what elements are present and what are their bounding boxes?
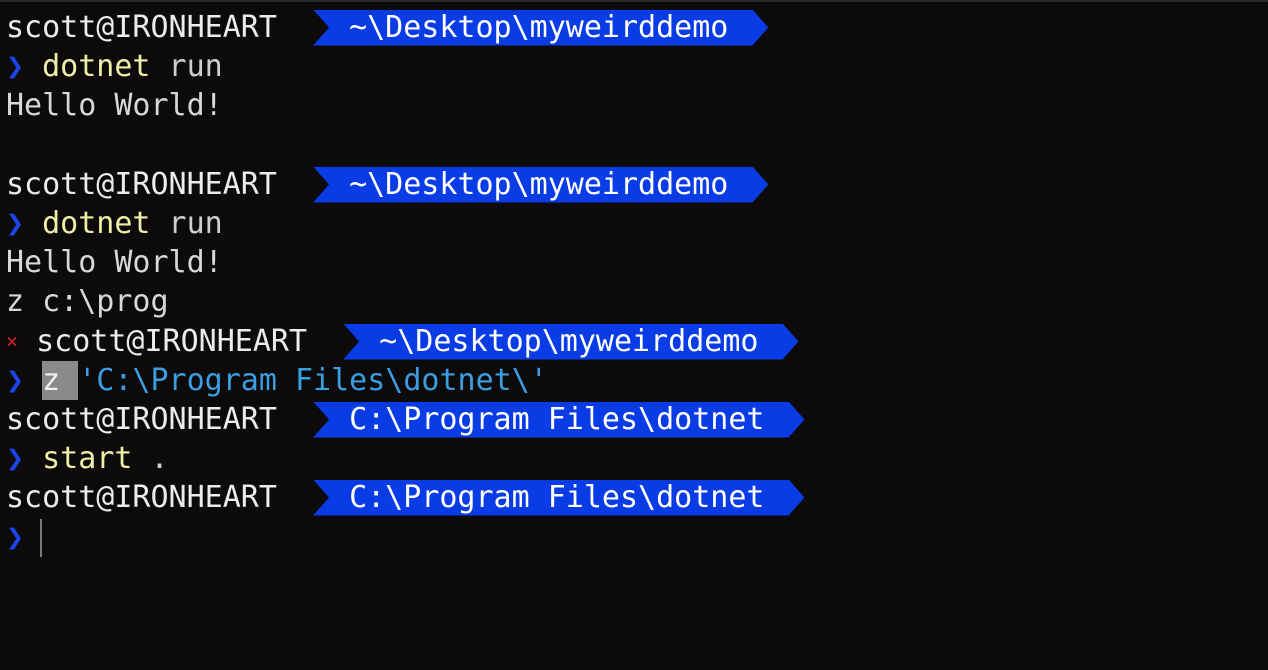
command-output: Hello World! xyxy=(6,86,223,125)
prompt-path-segment: C:\Program Files\dotnet xyxy=(313,480,804,516)
command-line: ❯ dotnet run xyxy=(6,204,223,243)
prompt-path-segment: ~\Desktop\myweirddemo xyxy=(313,167,768,203)
prompt-path-segment: C:\Program Files\dotnet xyxy=(313,402,804,438)
command-name: dotnet xyxy=(42,49,151,84)
command-name: dotnet xyxy=(42,206,151,241)
terminal-window[interactable]: scott@IRONHEART ~\Desktop\myweirddemo ❯ … xyxy=(0,0,1268,670)
command-line: ❯ start . xyxy=(6,439,169,478)
command-name: start xyxy=(42,441,133,476)
command-name: z xyxy=(42,361,79,400)
prompt-chevron-icon: ❯ xyxy=(6,520,25,555)
prompt-path-segment: ~\Desktop\myweirddemo xyxy=(313,10,768,46)
prompt-chevron-icon: ❯ xyxy=(6,49,25,84)
prompt-header: scott@IRONHEART ~\Desktop\myweirddemo xyxy=(6,165,768,204)
prompt-header: scott@IRONHEART ~\Desktop\myweirddemo xyxy=(6,8,768,47)
prompt-header: scott@IRONHEART C:\Program Files\dotnet xyxy=(6,478,804,517)
command-output: z c:\prog xyxy=(6,282,169,321)
prompt-user: scott@IRONHEART xyxy=(6,10,277,45)
text-cursor[interactable] xyxy=(40,518,43,557)
command-args: run xyxy=(150,49,223,84)
output-text: Hello World! xyxy=(6,88,223,123)
command-args: 'C:\Program Files\dotnet\' xyxy=(78,363,548,398)
command-output: Hello World! xyxy=(6,243,223,282)
prompt-header: scott@IRONHEART C:\Program Files\dotnet xyxy=(6,400,804,439)
prompt-user: scott@IRONHEART xyxy=(6,167,277,202)
prompt-user: scott@IRONHEART xyxy=(36,324,308,359)
command-line: ❯ z 'C:\Program Files\dotnet\' xyxy=(6,361,548,400)
command-args: run xyxy=(150,206,223,241)
output-text: Hello World! xyxy=(6,245,223,280)
prompt-path-segment: ~\Desktop\myweirddemo xyxy=(343,324,798,360)
input-line[interactable]: ❯ xyxy=(6,518,43,557)
prompt-user: scott@IRONHEART xyxy=(6,402,277,437)
prompt-chevron-icon: ❯ xyxy=(6,363,25,398)
command-line: ❯ dotnet run xyxy=(6,47,223,86)
command-args: . xyxy=(132,441,169,476)
output-text: z c:\prog xyxy=(6,284,169,319)
prompt-chevron-icon: ❯ xyxy=(6,441,25,476)
error-x-icon: × xyxy=(6,329,19,353)
prompt-header: × scott@IRONHEART ~\Desktop\myweirddemo xyxy=(6,322,798,361)
prompt-chevron-icon: ❯ xyxy=(6,206,25,241)
prompt-user: scott@IRONHEART xyxy=(6,480,277,515)
